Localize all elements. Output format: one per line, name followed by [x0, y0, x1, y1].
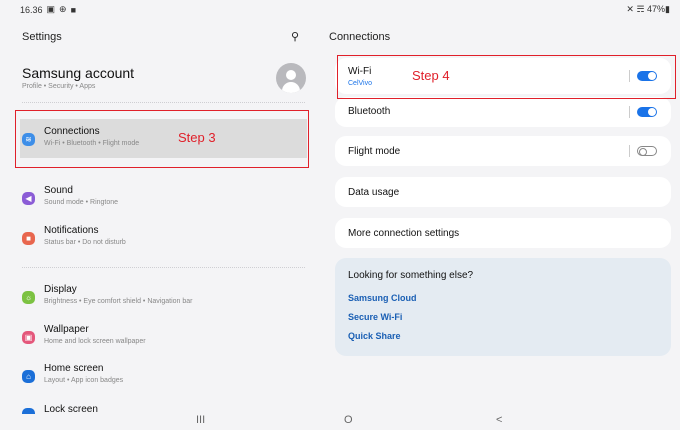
status-right: ✕ ☴ 47%▮ — [626, 4, 670, 14]
item-subtitle: Layout • App icon badges — [44, 377, 124, 384]
bluetooth-card[interactable]: Bluetooth — [335, 97, 671, 127]
bluetooth-toggle[interactable] — [637, 107, 657, 117]
status-time: 16.36 — [20, 4, 43, 15]
bell-icon: ■ — [22, 232, 35, 245]
settings-item-display[interactable]: ☼ Display Brightness • Eye comfort shiel… — [22, 284, 302, 312]
page-title: Settings — [22, 31, 62, 43]
back-button[interactable]: < — [496, 414, 502, 426]
avatar-head — [286, 70, 296, 80]
status-bar: 16.36 ▣ ⊕ ■ ✕ ☴ 47%▮ — [0, 0, 680, 18]
link-secure-wifi[interactable]: Secure Wi-Fi — [348, 312, 402, 322]
account-subtitle: Profile • Security • Apps — [22, 83, 96, 90]
settings-item-wallpaper[interactable]: ▣ Wallpaper Home and lock screen wallpap… — [22, 324, 302, 352]
suggestions-card: Looking for something else? Samsung Clou… — [335, 258, 671, 356]
more-connection-settings-card[interactable]: More connection settings — [335, 218, 671, 248]
settings-item-sound[interactable]: ◀ Sound Sound mode • Ringtone — [22, 185, 302, 213]
account-title: Samsung account — [22, 65, 135, 81]
data-usage-label: Data usage — [348, 187, 400, 198]
settings-item-notifications[interactable]: ■ Notifications Status bar • Do not dist… — [22, 225, 302, 253]
search-icon[interactable]: ⚲ — [291, 30, 299, 43]
home-button[interactable]: O — [344, 414, 353, 426]
sun-icon: ☼ — [22, 291, 35, 304]
vpn-icon: ⊕ — [59, 4, 67, 14]
step4-annotation-box — [337, 55, 676, 99]
speaker-icon: ◀ — [22, 192, 35, 205]
avatar[interactable] — [276, 63, 306, 93]
avatar-body — [282, 82, 300, 93]
item-subtitle: Home and lock screen wallpaper — [44, 338, 146, 345]
step3-annotation-box — [15, 110, 309, 168]
image-icon: ▣ — [22, 331, 35, 344]
step3-label: Step 3 — [178, 130, 216, 145]
item-title: Home screen — [44, 363, 104, 374]
suggestions-title: Looking for something else? — [348, 270, 474, 281]
settings-item-home-screen[interactable]: ⌂ Home screen Layout • App icon badges — [22, 363, 302, 391]
settings-pane: Settings ⚲ Samsung account Profile • Sec… — [0, 18, 316, 410]
item-subtitle: Sound mode • Ringtone — [44, 199, 119, 206]
item-subtitle: Brightness • Eye comfort shield • Naviga… — [44, 298, 193, 305]
item-title: Sound — [44, 185, 73, 196]
home-icon: ⌂ — [22, 370, 35, 383]
navigation-bar: III O < — [0, 412, 680, 430]
divider — [22, 267, 305, 268]
separator — [629, 145, 630, 157]
flight-mode-toggle[interactable] — [637, 146, 657, 156]
item-title: Wallpaper — [44, 324, 89, 335]
link-samsung-cloud[interactable]: Samsung Cloud — [348, 293, 417, 303]
data-usage-card[interactable]: Data usage — [335, 177, 671, 207]
bluetooth-label: Bluetooth — [348, 106, 391, 117]
link-quick-share[interactable]: Quick Share — [348, 331, 401, 341]
pane-title: Connections — [329, 31, 391, 43]
status-left: 16.36 ▣ ⊕ ■ — [20, 4, 76, 15]
divider — [22, 102, 305, 103]
recents-button[interactable]: III — [196, 414, 205, 426]
notification-icon: ■ — [70, 4, 77, 15]
more-connection-settings-label: More connection settings — [348, 228, 460, 239]
item-title: Notifications — [44, 225, 99, 236]
flight-mode-label: Flight mode — [348, 146, 401, 157]
step4-label: Step 4 — [412, 68, 450, 83]
item-subtitle: Status bar • Do not disturb — [44, 239, 126, 246]
separator — [629, 106, 630, 118]
image-icon: ▣ — [46, 4, 56, 14]
flight-mode-card[interactable]: Flight mode — [335, 136, 671, 166]
samsung-account-row[interactable]: Samsung account Profile • Security • App… — [22, 65, 134, 90]
item-title: Display — [44, 284, 77, 295]
